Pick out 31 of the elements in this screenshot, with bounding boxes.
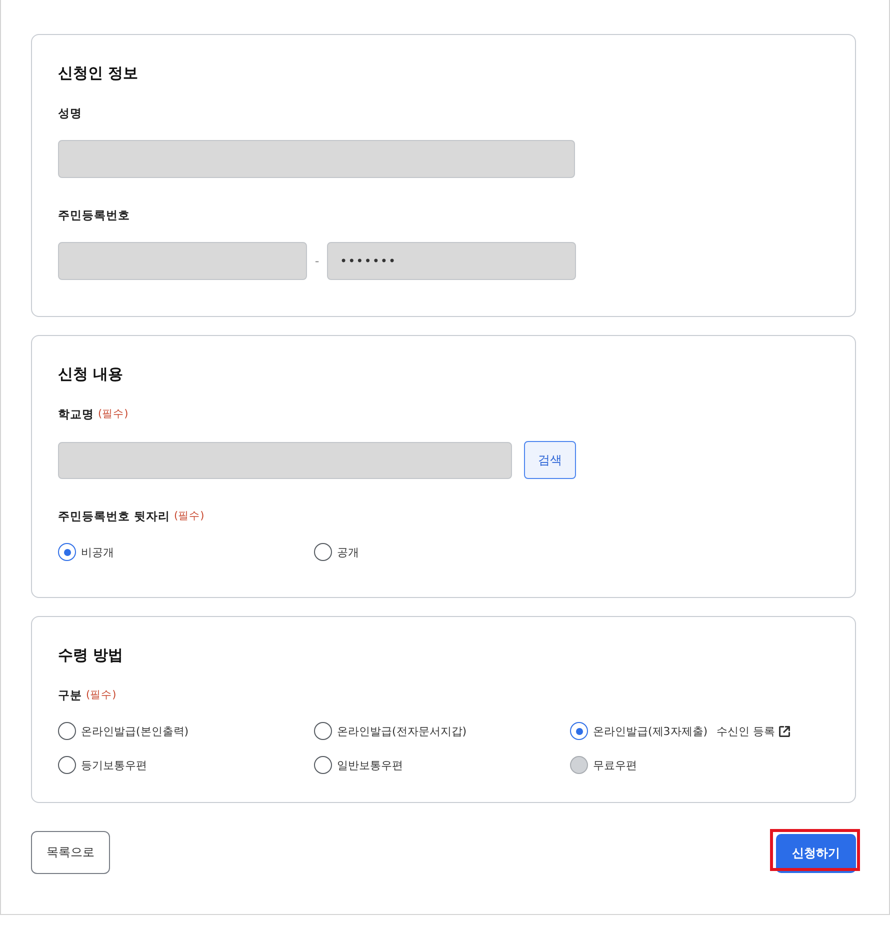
field-label: 성명: [58, 106, 82, 120]
radio-label: 온라인발급(본인출력): [81, 724, 189, 738]
radio-label: 비공개: [81, 544, 114, 560]
submit-button[interactable]: 신청하기: [776, 834, 856, 873]
section-title: 수령 방법: [58, 645, 124, 666]
field-label: 구분: [58, 688, 82, 702]
field-label: 주민등록번호: [58, 208, 130, 222]
radio-button[interactable]: [314, 722, 332, 740]
separator-dash: -: [314, 254, 320, 268]
field-label: 주민등록번호 뒷자리: [58, 508, 170, 524]
radio-label: 무료우편: [593, 758, 637, 772]
radio-button[interactable]: [58, 756, 76, 774]
required-mark: (필수): [86, 688, 116, 702]
section-title: 신청 내용: [58, 364, 124, 385]
back-to-list-button[interactable]: 목록으로: [31, 831, 110, 874]
external-link-icon: [779, 726, 790, 736]
required-mark: (필수): [98, 407, 128, 421]
radio-label: 등기보통우편: [81, 758, 147, 772]
radio-button[interactable]: [570, 722, 588, 740]
radio-button[interactable]: [58, 543, 76, 561]
recipient-link[interactable]: 수신인 등록: [716, 724, 790, 738]
field-label: 학교명: [58, 406, 94, 422]
section-title: 신청인 정보: [58, 63, 140, 84]
radio-button[interactable]: [314, 543, 332, 561]
radio-label: 온라인발급(전자문서지갑): [337, 724, 467, 738]
radio-button[interactable]: [314, 756, 332, 774]
radio-label: 온라인발급(제3자제출): [593, 724, 708, 738]
radio-label: 일반보통우편: [337, 758, 403, 772]
radio-button[interactable]: [58, 722, 76, 740]
required-mark: (필수): [174, 509, 204, 523]
radio-label: 공개: [337, 544, 359, 560]
